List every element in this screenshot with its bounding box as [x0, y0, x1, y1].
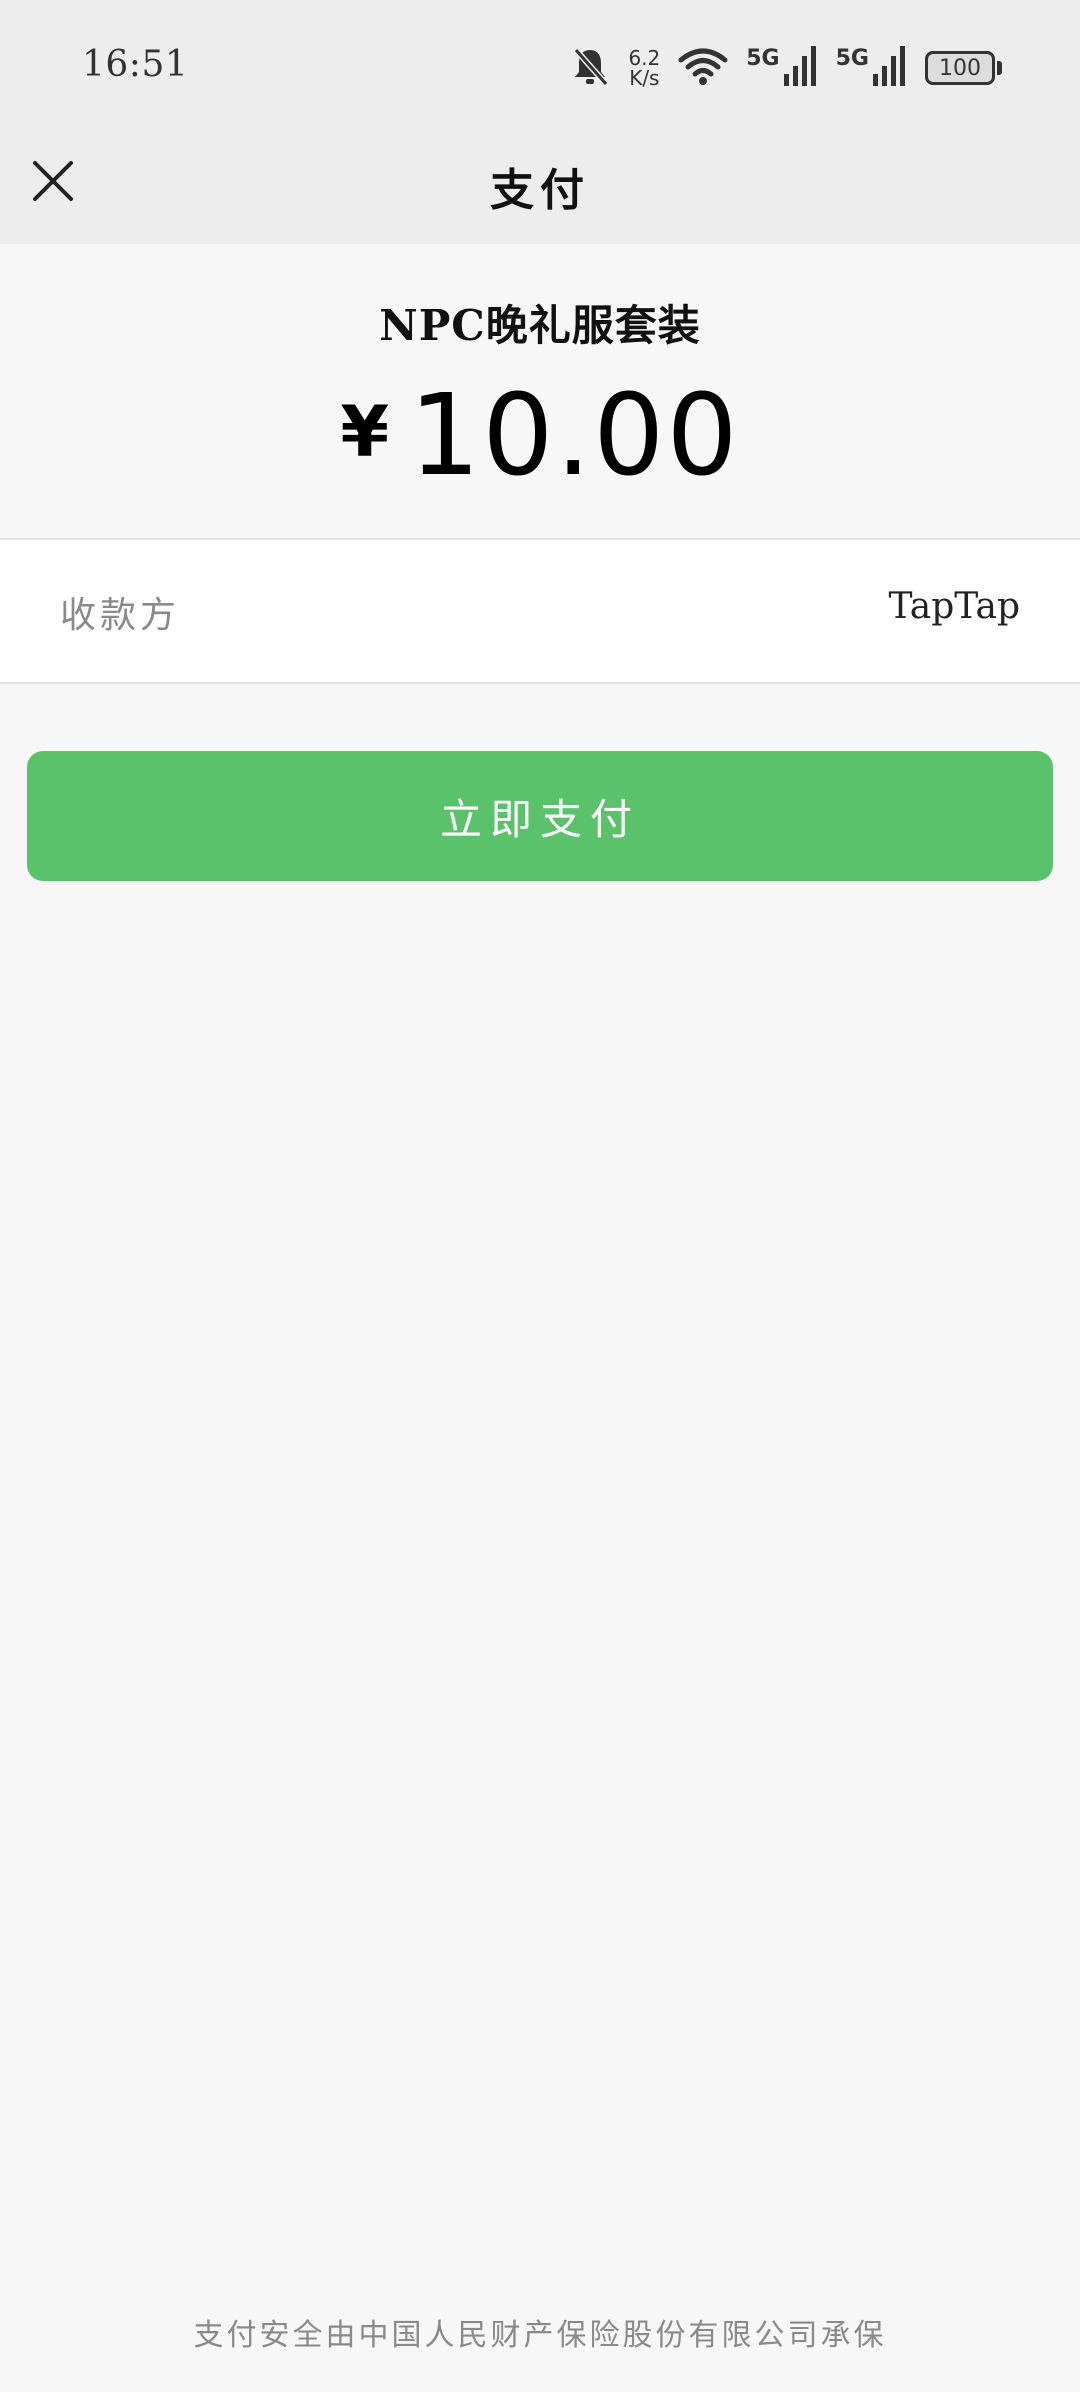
signal-sim1: 5G — [746, 46, 817, 90]
battery-level: 100 — [925, 51, 995, 85]
net-speed: 6.2 K/s — [628, 48, 660, 88]
order-summary: NPC晚礼服套装 ¥ 10.00 — [0, 244, 1080, 538]
sim1-network-label: 5G — [746, 46, 780, 71]
net-speed-value: 6.2 — [628, 46, 661, 70]
status-bar: 16:51 6.2 K/s 5G 5G 100 — [0, 0, 1080, 136]
pay-now-button[interactable]: 立即支付 — [27, 751, 1053, 881]
currency-symbol: ¥ — [340, 391, 390, 473]
battery-tip — [997, 61, 1002, 75]
product-name: NPC晚礼服套装 — [379, 301, 701, 350]
bell-muted-icon — [570, 44, 610, 92]
page-title: 支付 — [490, 165, 590, 216]
battery-icon: 100 — [925, 51, 1002, 85]
status-icons: 6.2 K/s 5G 5G 100 — [570, 40, 1002, 96]
status-time: 16:51 — [82, 44, 189, 85]
payment-amount: 10.00 — [409, 371, 740, 501]
sim2-network-label: 5G — [835, 46, 869, 71]
signal-sim2: 5G — [836, 46, 907, 90]
payee-label: 收款方 — [60, 595, 181, 636]
payee-value: TapTap — [888, 586, 1020, 627]
signal-icon — [783, 46, 818, 90]
payee-row: 收款方 TapTap — [0, 538, 1080, 684]
insurance-note: 支付安全由中国人民财产保险股份有限公司承保 — [193, 2318, 887, 2353]
net-speed-unit: K/s — [629, 66, 660, 90]
wifi-icon — [678, 46, 728, 90]
payment-page: 16:51 6.2 K/s 5G 5G 100 支付 NPC晚礼服套装 ¥ 10… — [0, 0, 1080, 2392]
price: ¥ 10.00 — [0, 371, 1080, 501]
signal-icon — [873, 46, 907, 90]
nav-bar: 支付 — [0, 136, 1080, 244]
